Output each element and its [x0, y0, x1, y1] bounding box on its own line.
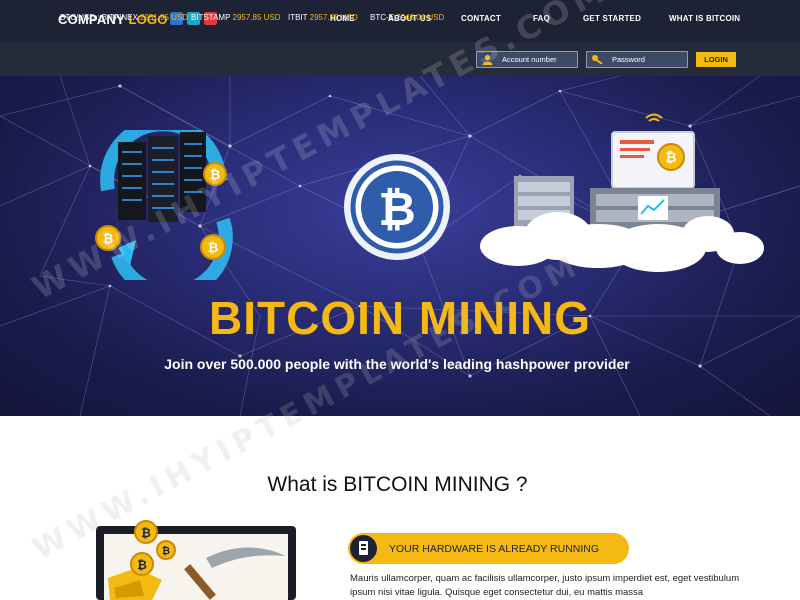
ticker-label: BTC/USD : BITFINEX — [60, 13, 138, 22]
svg-text:₿: ₿ — [210, 168, 221, 183]
login-button[interactable]: LOGIN — [696, 52, 736, 67]
bitcoin-logo-icon: ₿ — [344, 154, 450, 260]
bitcoin-coin-icon: ₿ — [203, 162, 227, 186]
svg-text:₿: ₿ — [162, 545, 170, 557]
ticker-label: BITSTAMP — [191, 13, 231, 22]
svg-text:₿: ₿ — [665, 150, 676, 166]
feature-description: Mauris ullamcorper, quam ac facilisis ul… — [350, 573, 740, 598]
ticker-item-btce: BTC-E 2946.04 USD — [370, 13, 444, 22]
ticker-label: ITBIT — [288, 13, 308, 22]
cloud-mining-illustration: ₿ — [480, 113, 764, 272]
wifi-icon — [645, 113, 663, 122]
ticker-value: 2957.85 USD — [309, 13, 358, 22]
hero-banner: ₿ ₿ ₿ ₿ ₿ BITCOIN MINING Join over 500.0… — [0, 76, 800, 416]
section-title: What is BITCOIN MINING ? — [267, 473, 528, 496]
svg-text:₿: ₿ — [208, 241, 219, 256]
nav-what-is-bitcoin[interactable]: WHAT IS BITCOIN — [669, 14, 740, 23]
ticker-item-bitfinex: BTC/USD : BITFINEX 2951.95 USD — [60, 13, 188, 22]
ticker-item-itbit: ITBIT 2957.85 USD — [288, 13, 358, 22]
ticker-item-bitstamp: BITSTAMP 2957.85 USD — [191, 13, 281, 22]
password-placeholder: Password — [612, 55, 645, 64]
password-input[interactable]: Password — [586, 51, 688, 68]
nav-get-started[interactable]: GET STARTED — [583, 14, 641, 23]
page: COMPANY LOGO HOME ABOUT US CONTACT FAQ G… — [0, 0, 800, 600]
server-rack — [118, 132, 206, 222]
laptop-icon: ₿ — [611, 131, 695, 189]
svg-text:₿: ₿ — [141, 526, 151, 540]
ticker-value: 2957.85 USD — [232, 13, 281, 22]
account-placeholder: Account number — [502, 55, 557, 64]
laptop-mining-illustration: ₿ ₿ ₿ — [96, 520, 296, 600]
user-icon — [482, 54, 493, 65]
feature-label: YOUR HARDWARE IS ALREADY RUNNING — [389, 543, 600, 555]
ticker-label: BTC-E — [370, 13, 394, 22]
hero-subtitle: Join over 500.000 people with the world'… — [164, 356, 630, 372]
nav-faq[interactable]: FAQ — [533, 14, 550, 23]
account-number-input[interactable]: Account number — [476, 51, 578, 68]
hardware-icon — [350, 535, 377, 562]
ticker-value: 2951.95 USD — [140, 13, 189, 22]
svg-text:₿: ₿ — [378, 182, 416, 236]
key-icon — [592, 55, 603, 65]
nav-contact[interactable]: CONTACT — [461, 14, 501, 23]
server-rack-illustration: ₿ ₿ ₿ — [95, 130, 233, 280]
ticker-value: 2946.04 USD — [396, 13, 445, 22]
svg-text:₿: ₿ — [103, 232, 114, 247]
hero-title: BITCOIN MINING — [209, 292, 591, 344]
svg-text:₿: ₿ — [137, 558, 147, 572]
